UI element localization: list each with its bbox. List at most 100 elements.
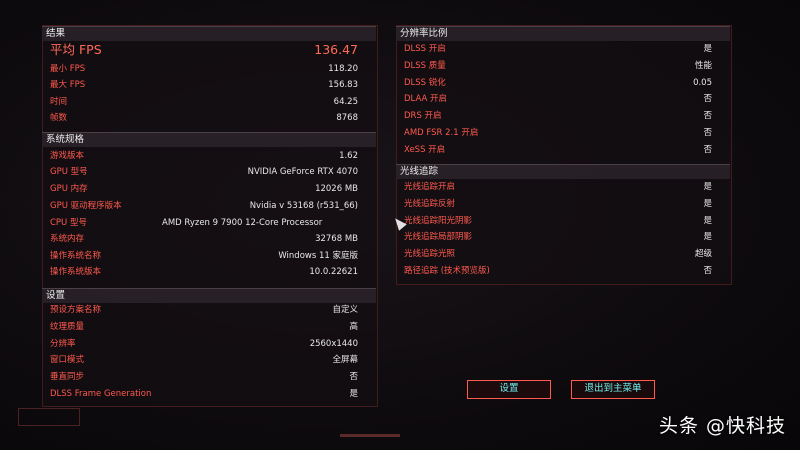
rt-value: 是 <box>703 199 712 209</box>
res-label: DRS 开启 <box>404 111 442 121</box>
settings-button[interactable]: 设置 <box>467 380 551 399</box>
bottom-decoration <box>340 434 400 437</box>
settings-row: 窗口模式 全屏幕 <box>50 352 358 369</box>
system-value: 10.0.22621 <box>309 267 358 277</box>
res-row: DLSS 开启 是 <box>404 41 712 58</box>
corner-decoration <box>18 408 80 426</box>
res-value: 0.05 <box>693 78 712 88</box>
settings-row: DLSS Frame Generation 是 <box>50 386 358 403</box>
res-label: AMD FSR 2.1 开启 <box>404 128 479 138</box>
avg-fps-label: 平均 FPS <box>50 42 102 57</box>
settings-label: 预设方案名称 <box>50 305 102 315</box>
system-label: CPU 型号 <box>50 218 87 228</box>
avg-fps-row: 平均 FPS 136.47 <box>50 41 360 58</box>
exit-to-main-menu-button[interactable]: 退出到主菜单 <box>571 380 655 399</box>
settings-label: 窗口模式 <box>50 355 85 365</box>
settings-label: 分辨率 <box>50 339 76 349</box>
system-label: GPU 型号 <box>50 167 88 177</box>
settings-label: 垂直同步 <box>50 372 85 382</box>
system-label: GPU 内存 <box>50 184 88 194</box>
system-value: 12026 MB <box>315 184 358 194</box>
result-row: 最小 FPS 118.20 <box>50 61 358 78</box>
res-value: 否 <box>703 111 712 121</box>
settings-row: 分辨率 2560x1440 <box>50 336 358 353</box>
system-value: 1.62 <box>339 151 358 161</box>
result-row: 时间 64.25 <box>50 94 358 111</box>
system-row: 操作系统名称 Windows 11 家庭版 <box>50 248 358 265</box>
system-label: 游戏版本 <box>50 151 85 161</box>
rt-row: 光线追踪开启 是 <box>404 179 712 196</box>
rt-label: 光线追踪光照 <box>404 249 456 259</box>
system-label: GPU 驱动程序版本 <box>50 201 122 211</box>
res-label: DLSS 开启 <box>404 44 446 54</box>
settings-value: 高 <box>349 322 358 332</box>
system-row: GPU 驱动程序版本 Nvidia v 53168 (r531_66) <box>50 198 358 215</box>
settings-label: 纹理质量 <box>50 322 85 332</box>
system-value: NVIDIA GeForce RTX 4070 <box>247 167 358 177</box>
rt-row: 路径追踪 (技术预览版) 否 <box>404 263 712 280</box>
settings-row: 垂直同步 否 <box>50 369 358 386</box>
res-value: 性能 <box>694 61 712 71</box>
res-row: DLSS 质量 性能 <box>404 58 712 75</box>
result-value: 156.83 <box>328 80 358 90</box>
rt-label: 光线追踪阳光阴影 <box>404 216 473 226</box>
result-row: 最大 FPS 156.83 <box>50 77 358 94</box>
system-row: 操作系统版本 10.0.22621 <box>50 264 358 281</box>
rt-value: 是 <box>703 232 712 242</box>
res-value: 否 <box>703 128 712 138</box>
system-row: CPU 型号 AMD Ryzen 9 7900 12-Core Processo… <box>50 215 358 232</box>
settings-value: 2560x1440 <box>309 339 358 349</box>
rt-value: 超级 <box>694 249 712 259</box>
result-label: 最大 FPS <box>50 80 86 90</box>
result-value: 118.20 <box>328 64 358 74</box>
res-row: DRS 开启 否 <box>404 108 712 125</box>
res-value: 否 <box>703 145 712 155</box>
result-value: 64.25 <box>333 97 358 107</box>
res-row: DLAA 开启 否 <box>404 91 712 108</box>
res-label: DLAA 开启 <box>404 94 448 104</box>
rt-label: 光线追踪开启 <box>404 182 456 192</box>
settings-value: 是 <box>349 389 358 399</box>
system-label: 操作系统名称 <box>50 251 102 261</box>
side-decoration <box>8 120 26 320</box>
res-row: AMD FSR 2.1 开启 否 <box>404 125 712 142</box>
rt-row: 光线追踪反射 是 <box>404 196 712 213</box>
result-row: 帧数 8768 <box>50 110 358 127</box>
res-label: DLSS 质量 <box>404 61 446 71</box>
rt-row: 光线追踪阳光阴影 是 <box>404 213 712 230</box>
settings-label: DLSS Frame Generation <box>50 389 152 399</box>
system-row: 系统内存 32768 MB <box>50 231 358 248</box>
settings-value: 自定义 <box>332 305 358 315</box>
rt-value: 是 <box>703 216 712 226</box>
raytracing-header: 光线追踪 <box>396 164 730 179</box>
rt-label: 光线追踪反射 <box>404 199 456 209</box>
settings-row: 预设方案名称 自定义 <box>50 302 358 319</box>
resolution-scale-header: 分辨率比例 <box>396 26 730 41</box>
watermark: 头条 @快科技 <box>658 415 786 437</box>
system-row: GPU 型号 NVIDIA GeForce RTX 4070 <box>50 164 358 181</box>
settings-value: 全屏幕 <box>332 355 358 365</box>
res-row: XeSS 开启 否 <box>404 142 712 159</box>
rt-label: 光线追踪局部阴影 <box>404 232 473 242</box>
rt-label: 路径追踪 (技术预览版) <box>404 266 490 276</box>
res-label: XeSS 开启 <box>404 145 446 155</box>
system-value: 32768 MB <box>315 234 358 244</box>
rt-value: 是 <box>703 182 712 192</box>
results-header: 结果 <box>42 26 376 41</box>
res-value: 是 <box>703 44 712 54</box>
system-row: GPU 内存 12026 MB <box>50 181 358 198</box>
settings-row: 纹理质量 高 <box>50 319 358 336</box>
result-value: 8768 <box>336 113 358 123</box>
res-value: 否 <box>703 94 712 104</box>
system-label: 系统内存 <box>50 234 85 244</box>
system-row: 游戏版本 1.62 <box>50 148 358 165</box>
res-label: DLSS 锐化 <box>404 78 446 88</box>
avg-fps-value: 136.47 <box>314 42 358 57</box>
result-label: 最小 FPS <box>50 64 86 74</box>
result-label: 帧数 <box>50 113 68 123</box>
system-value: Windows 11 家庭版 <box>278 251 358 261</box>
result-label: 时间 <box>50 97 68 107</box>
res-row: DLSS 锐化 0.05 <box>404 75 712 92</box>
rt-row: 光线追踪局部阴影 是 <box>404 229 712 246</box>
system-value: AMD Ryzen 9 7900 12-Core Processor <box>162 218 323 228</box>
